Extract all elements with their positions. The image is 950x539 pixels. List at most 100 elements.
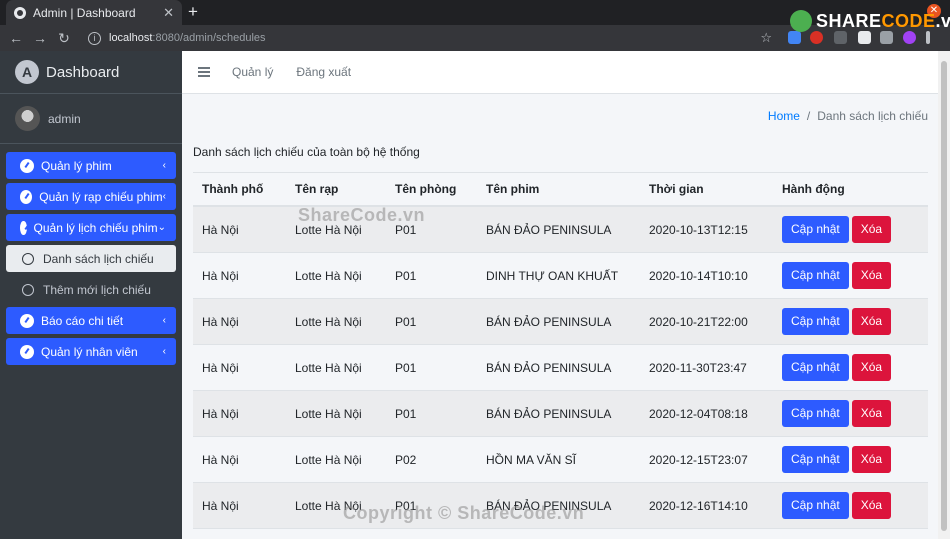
more-menu-icon[interactable]	[926, 31, 930, 44]
sidebar-item-schedules[interactable]: Quản lý lịch chiếu phim ⌄	[6, 214, 176, 241]
movie-cell: DINH THỰ OAN KHUẤT	[486, 268, 619, 283]
reload-icon[interactable]: ↻	[52, 30, 76, 47]
table-row: Hà Nội Lotte Hà Nội P01 BÁN ĐẢO PENINSUL…	[193, 345, 928, 391]
time-cell: 2020-12-15T23:07	[649, 452, 748, 467]
reading-list-icon[interactable]	[880, 31, 893, 44]
delete-button[interactable]: Xóa	[851, 308, 892, 335]
time-cell: 2020-10-14T10:10	[649, 268, 748, 283]
chevron-left-icon: ‹	[162, 346, 166, 357]
sidebar-item-movies[interactable]: Quản lý phim ‹	[6, 152, 176, 179]
update-button[interactable]: Cập nhật	[782, 446, 849, 473]
city-cell: Hà Nội	[202, 452, 239, 467]
table-row: Hà Nội Lotte Hà Nội P01 BÁN ĐẢO PENINSUL…	[193, 207, 928, 253]
sidebar-item-schedule-add[interactable]: Thêm mới lịch chiếu	[6, 276, 176, 303]
delete-button[interactable]: Xóa	[851, 446, 892, 473]
column-header: Thời gian	[649, 182, 704, 196]
room-cell: P01	[395, 268, 417, 283]
browser-tab[interactable]: Admin | Dashboard ✕	[6, 0, 182, 25]
actions-cell: Cập nhật Xóa	[773, 216, 928, 243]
brand-link[interactable]: A Dashboard	[0, 51, 182, 94]
chevron-left-icon: ‹	[162, 191, 166, 202]
avatar	[15, 106, 40, 131]
update-button[interactable]: Cập nhật	[782, 492, 849, 519]
movie-cell: HỒN MA VĂN SĨ	[486, 452, 577, 467]
time-cell: 2020-10-21T22:00	[649, 314, 748, 329]
cinema-cell: Lotte Hà Nội	[295, 498, 362, 513]
table-row: Hà Nội Lotte Hà Nội P01 DINH THỰ OAN KHU…	[193, 253, 928, 299]
dashboard-gauge-icon	[20, 189, 33, 204]
chevron-down-icon: ⌄	[157, 222, 166, 233]
dashboard-gauge-icon	[20, 313, 34, 328]
movie-cell: BÁN ĐẢO PENINSULA	[486, 406, 612, 421]
profile-icon[interactable]	[903, 31, 916, 44]
brand-text: Dashboard	[46, 63, 120, 81]
cinema-cell: Lotte Hà Nội	[295, 314, 362, 329]
column-header: Tên phim	[486, 182, 540, 196]
movie-cell: BÁN ĐẢO PENINSULA	[486, 498, 612, 513]
bookmark-star-icon[interactable]: ☆	[760, 30, 772, 46]
sidebar-item-employees[interactable]: Quản lý nhân viên ‹	[6, 338, 176, 365]
update-button[interactable]: Cập nhật	[782, 400, 849, 427]
cinema-cell: Lotte Hà Nội	[295, 222, 362, 237]
delete-button[interactable]: Xóa	[851, 216, 892, 243]
forward-arrow-icon[interactable]: →	[28, 30, 52, 46]
nav-link-manage[interactable]: Quản lý	[232, 65, 273, 79]
sidebar-item-cinemas[interactable]: Quản lý rạp chiếu phim ‹	[6, 183, 176, 210]
address-bar[interactable]: i localhost :8080/admin/schedules ☆	[80, 28, 778, 48]
url-host: localhost	[109, 32, 153, 44]
new-tab-button[interactable]: +	[188, 2, 198, 22]
delete-button[interactable]: Xóa	[851, 400, 892, 427]
breadcrumb-current: Danh sách lịch chiếu	[817, 109, 928, 123]
update-button[interactable]: Cập nhật	[782, 308, 849, 335]
back-arrow-icon[interactable]: ←	[4, 30, 28, 46]
delete-button[interactable]: Xóa	[851, 354, 892, 381]
room-cell: P02	[395, 452, 417, 467]
tab-close-icon[interactable]: ✕	[163, 5, 174, 21]
time-cell: 2020-12-16T14:10	[649, 498, 748, 513]
circle-icon	[22, 283, 34, 296]
update-button[interactable]: Cập nhật	[782, 354, 849, 381]
info-icon[interactable]: i	[88, 31, 101, 45]
movie-cell: BÁN ĐẢO PENINSULA	[486, 222, 612, 237]
hamburger-menu-icon[interactable]	[198, 67, 210, 77]
main-content: Home / Danh sách lịch chiếu Danh sách lị…	[182, 94, 938, 539]
sharecode-logo-icon	[790, 10, 812, 32]
table-row: Hà Nội Lotte Hà Nội P01 BÁN ĐẢO PENINSUL…	[193, 299, 928, 345]
extension-icon[interactable]	[810, 31, 823, 44]
breadcrumb-separator: /	[806, 109, 811, 123]
actions-cell: Cập nhật Xóa	[773, 262, 928, 289]
update-button[interactable]: Cập nhật	[782, 262, 849, 289]
sidebar-item-schedule-list[interactable]: Danh sách lịch chiếu	[6, 245, 176, 272]
puzzle-icon[interactable]	[858, 31, 871, 44]
column-header: Tên phòng	[395, 182, 457, 196]
extension-icon[interactable]	[788, 31, 801, 44]
user-panel[interactable]: admin	[0, 94, 182, 144]
url-path: :8080/admin/schedules	[152, 32, 266, 44]
table-row: Hà Nội Lotte Hà Nội P01 BÁN ĐẢO PENINSUL…	[193, 391, 928, 437]
update-button[interactable]: Cập nhật	[782, 216, 849, 243]
actions-cell: Cập nhật Xóa	[773, 308, 928, 335]
city-cell: Hà Nội	[202, 498, 239, 513]
dashboard-gauge-icon	[20, 344, 34, 359]
column-header: Tên rạp	[295, 182, 339, 196]
delete-button[interactable]: Xóa	[851, 262, 892, 289]
room-cell: P01	[395, 222, 417, 237]
breadcrumb-home-link[interactable]: Home	[768, 109, 800, 123]
page-title: Danh sách lịch chiếu của toàn bộ hệ thốn…	[193, 145, 420, 159]
city-cell: Hà Nội	[202, 314, 239, 329]
time-cell: 2020-10-13T12:15	[649, 222, 748, 237]
brand-logo-icon: A	[15, 60, 39, 84]
chevron-left-icon: ‹	[162, 315, 166, 326]
extension-icon[interactable]	[834, 31, 847, 44]
delete-button[interactable]: Xóa	[851, 492, 892, 519]
scrollbar-thumb[interactable]	[941, 61, 947, 531]
tab-title: Admin | Dashboard	[33, 5, 136, 20]
nav-link-logout[interactable]: Đăng xuất	[296, 65, 351, 79]
table-row: Hà Nội Lotte Hà Nội P01 BÁN ĐẢO PENINSUL…	[193, 483, 928, 529]
page-scrollbar[interactable]	[938, 51, 950, 539]
user-name: admin	[48, 111, 81, 126]
cinema-cell: Lotte Hà Nội	[295, 452, 362, 467]
city-cell: Hà Nội	[202, 222, 239, 237]
sidebar-item-reports[interactable]: Báo cáo chi tiết ‹	[6, 307, 176, 334]
actions-cell: Cập nhật Xóa	[773, 354, 928, 381]
